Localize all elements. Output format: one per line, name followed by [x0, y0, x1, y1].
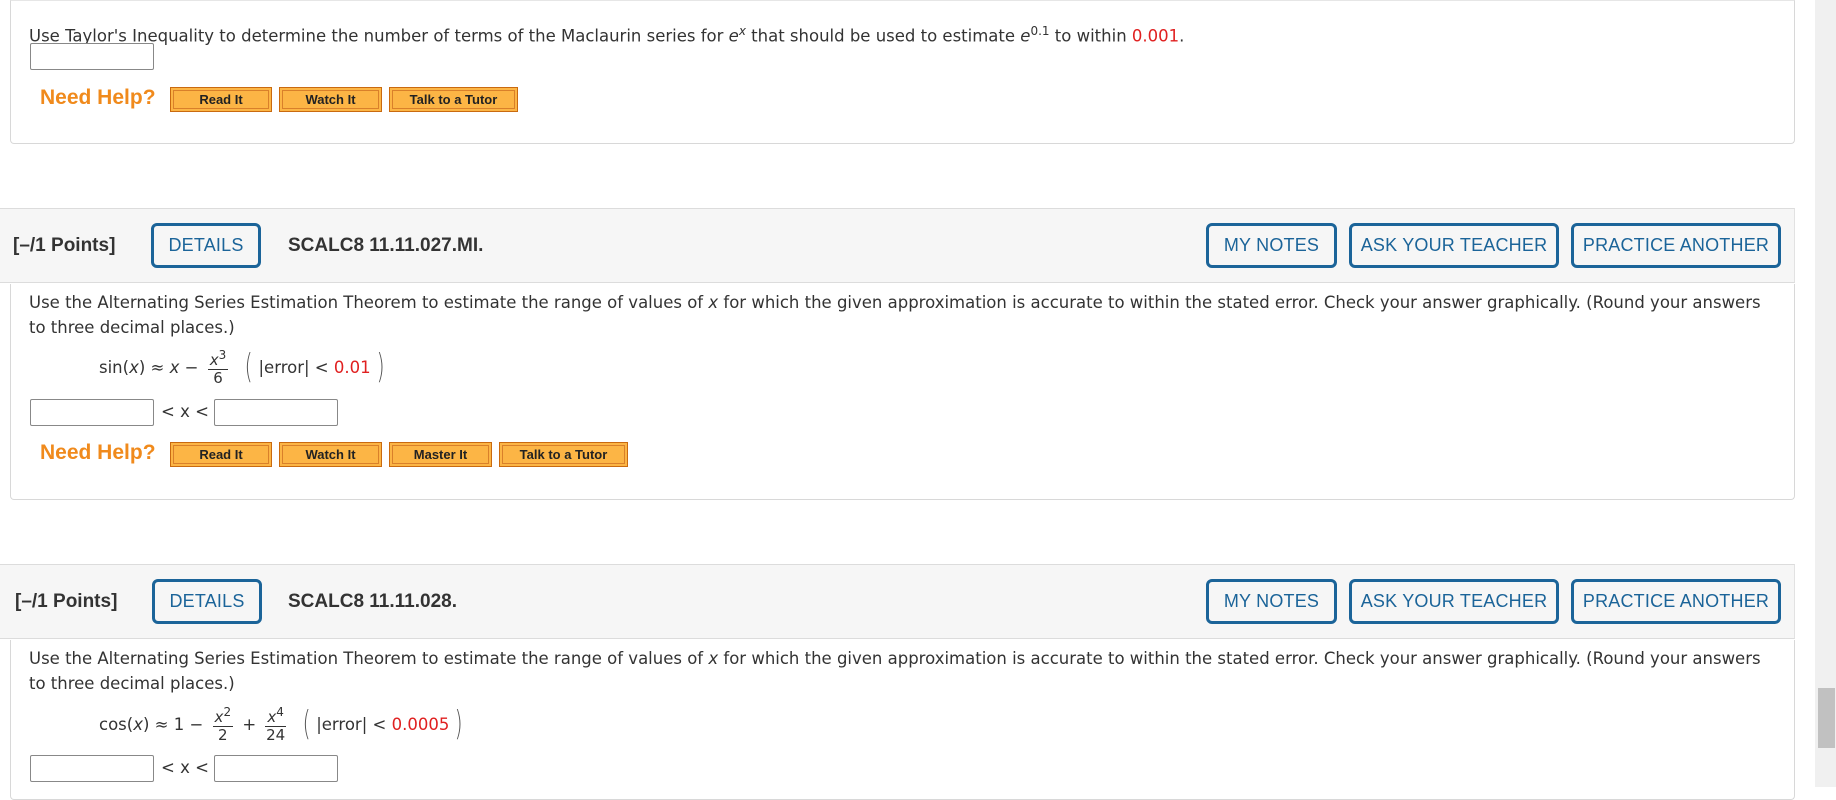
problem-header-3: [–/1 Points] DETAILS SCALC8 11.11.028. M… [0, 564, 1795, 639]
problem-card-2: Use the Alternating Series Estimation Th… [10, 284, 1795, 500]
master-it-button[interactable]: Master It [389, 442, 492, 467]
watch-it-button[interactable]: Watch It [279, 442, 382, 467]
fraction: x4 24 [265, 705, 286, 744]
practice-another-button[interactable]: PRACTICE ANOTHER [1571, 223, 1781, 268]
problem-card-1: Use Taylor's Inequality to determine the… [10, 0, 1795, 144]
error-bound: 0.0005 [391, 714, 450, 734]
lower-bound-input[interactable] [30, 755, 154, 782]
problem-card-3: Use the Alternating Series Estimation Th… [10, 640, 1795, 800]
upper-bound-input[interactable] [214, 399, 338, 426]
read-it-button[interactable]: Read It [170, 87, 272, 112]
lower-bound-input[interactable] [30, 399, 154, 426]
my-notes-button[interactable]: MY NOTES [1206, 223, 1337, 268]
details-button[interactable]: DETAILS [151, 223, 261, 268]
less-than-x-label: < x < [161, 402, 209, 421]
question-text: Use the Alternating Series Estimation Th… [29, 649, 1761, 693]
details-button[interactable]: DETAILS [152, 579, 262, 624]
question-id: SCALC8 11.11.027.MI. [288, 235, 484, 256]
scrollbar-track[interactable] [1815, 0, 1836, 787]
talk-to-tutor-button[interactable]: Talk to a Tutor [499, 442, 628, 467]
scrollbar-thumb[interactable] [1818, 688, 1835, 748]
question-id: SCALC8 11.11.028. [288, 591, 457, 612]
less-than-x-label: < x < [161, 758, 209, 777]
need-help-label: Need Help? [40, 86, 156, 109]
points-label: [–/1 Points] [13, 235, 116, 256]
practice-another-button[interactable]: PRACTICE ANOTHER [1571, 579, 1781, 624]
question-text: Use the Alternating Series Estimation Th… [29, 293, 1761, 337]
my-notes-button[interactable]: MY NOTES [1206, 579, 1337, 624]
page: Use Taylor's Inequality to determine the… [0, 0, 1815, 800]
answer-input[interactable] [30, 43, 154, 70]
ask-your-teacher-button[interactable]: ASK YOUR TEACHER [1349, 223, 1559, 268]
read-it-button[interactable]: Read It [170, 442, 272, 467]
problem-header-2: [–/1 Points] DETAILS SCALC8 11.11.027.MI… [0, 208, 1795, 283]
need-help-label: Need Help? [40, 441, 156, 464]
tolerance-value: 0.001 [1131, 26, 1180, 46]
watch-it-button[interactable]: Watch It [279, 87, 382, 112]
question-text: Use Taylor's Inequality to determine the… [29, 24, 1185, 46]
error-bound: 0.01 [333, 357, 371, 377]
approximation-formula: cos(x) ≈ 1 − x2 2 + x4 24 ( |error| < 0.… [99, 704, 463, 744]
upper-bound-input[interactable] [214, 755, 338, 782]
fraction: x3 6 [207, 348, 229, 387]
ask-your-teacher-button[interactable]: ASK YOUR TEACHER [1349, 579, 1559, 624]
talk-to-tutor-button[interactable]: Talk to a Tutor [389, 87, 518, 112]
approximation-formula: sin(x) ≈ x − x3 6 ( |error| < 0.01 ) [99, 347, 385, 387]
fraction: x2 2 [212, 705, 234, 744]
points-label: [–/1 Points] [15, 591, 118, 612]
